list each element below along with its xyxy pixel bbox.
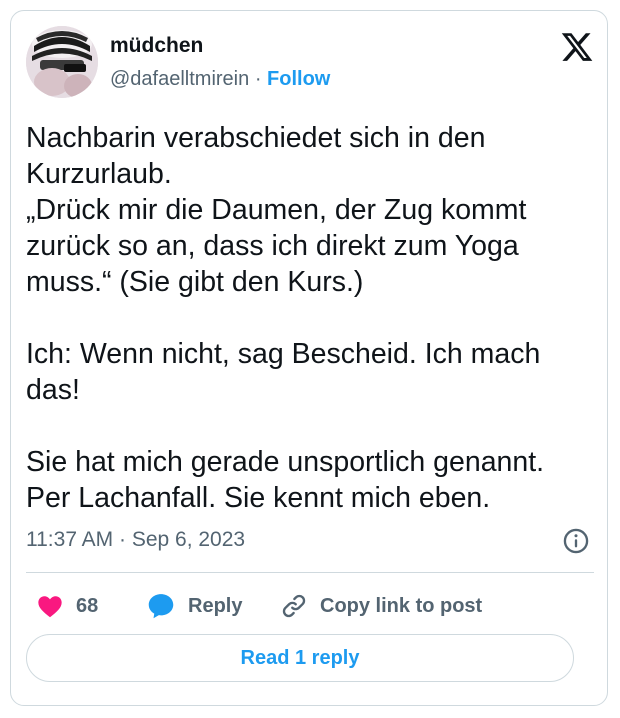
- heart-icon: [38, 596, 62, 618]
- speech-bubble-icon: [148, 594, 174, 619]
- x-logo-icon[interactable]: [560, 30, 594, 64]
- divider: [26, 572, 594, 573]
- handle-row: @dafaelltmirein · Follow: [110, 68, 330, 91]
- reply-label: Reply: [188, 594, 243, 617]
- author-handle[interactable]: @dafaelltmirein: [110, 68, 249, 90]
- like-button[interactable]: 68: [36, 586, 98, 626]
- display-name[interactable]: müdchen: [110, 34, 203, 58]
- action-bar: 68 Reply Copy link to post: [26, 586, 586, 626]
- tweet-timestamp[interactable]: 11:37 AM · Sep 6, 2023: [26, 528, 245, 552]
- copy-link-button[interactable]: Copy link to post: [280, 586, 482, 626]
- info-icon[interactable]: [562, 527, 590, 555]
- avatar[interactable]: [26, 26, 98, 98]
- like-count: 68: [76, 594, 99, 617]
- copy-link-label: Copy link to post: [320, 594, 483, 617]
- reply-button[interactable]: Reply: [146, 586, 242, 626]
- read-reply-button[interactable]: Read 1 reply: [26, 634, 574, 682]
- tweet-text: Nachbarin verabschiedet sich in den Kurz…: [26, 122, 545, 514]
- follow-button[interactable]: Follow: [267, 68, 330, 90]
- link-icon: [282, 594, 306, 618]
- separator-dot: ·: [254, 68, 262, 90]
